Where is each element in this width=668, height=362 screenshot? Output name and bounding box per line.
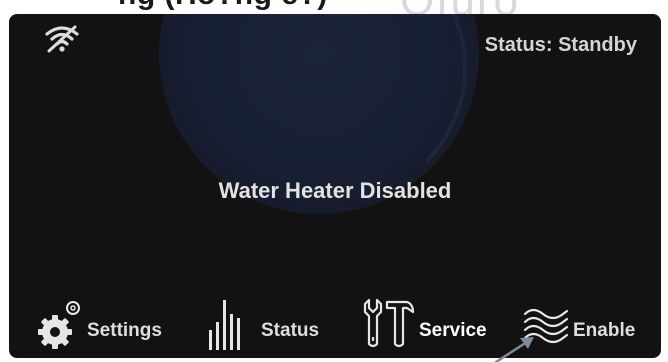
main-message: Water Heater Disabled <box>218 178 452 203</box>
settings-label: Settings <box>87 320 162 341</box>
caption-text: ng (Ho?ng e?) <box>118 0 328 12</box>
wifi-off-icon[interactable] <box>45 24 79 54</box>
control-panel: Status: Standby Water Heater Disabled Se… <box>9 14 661 358</box>
status-label: Status <box>261 320 320 341</box>
enable-button[interactable]: Enable <box>521 294 661 350</box>
status-button[interactable]: Status <box>203 294 343 350</box>
bar-graph-icon <box>209 300 240 350</box>
screenshot-stage: ng (Ho?ng e?) Ofuro Status: Standby Wate… <box>0 0 668 362</box>
tools-icon <box>363 298 415 348</box>
service-label: Service <box>419 320 487 341</box>
status-indicator: Status: Standby <box>484 34 637 56</box>
gear-icon <box>38 301 80 349</box>
enable-label: Enable <box>573 320 636 341</box>
bottom-navigation: Settings Status Service Enable <box>9 288 661 358</box>
settings-button[interactable]: Settings <box>37 294 187 350</box>
annotation-arrow <box>494 337 534 362</box>
service-button[interactable]: Service <box>363 294 503 350</box>
